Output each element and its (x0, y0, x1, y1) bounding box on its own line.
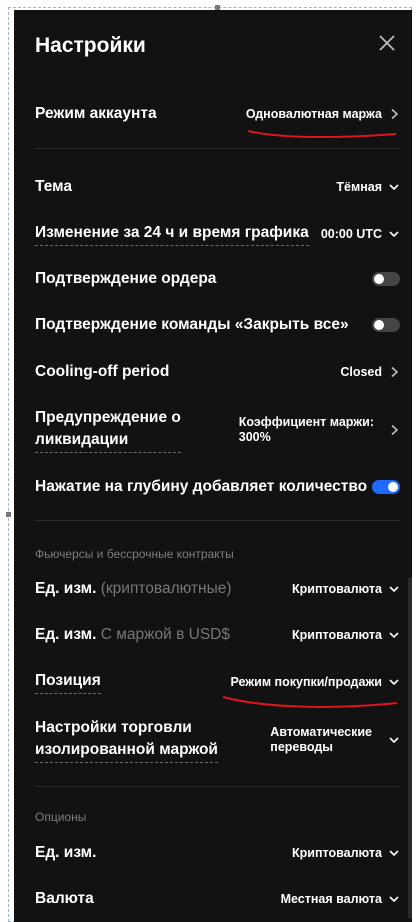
options-unit-value[interactable]: Криптовалюта (292, 846, 400, 860)
chevron-down-icon (389, 850, 399, 857)
chevron-down-icon (389, 632, 399, 639)
theme-row[interactable]: Тема Тёмная (35, 176, 400, 198)
unit-label: Ед. изм. (35, 626, 97, 643)
toggle-knob (388, 482, 398, 492)
chevron-down-icon (389, 679, 399, 686)
value-line-1: Коэффициент маржи: (238, 415, 374, 429)
chevron-down-icon (389, 737, 399, 744)
liquidation-warning-value-text: Коэффициент маржи: 300% (239, 415, 374, 445)
futures-unit-crypto-row[interactable]: Ед. изм. (криптовалютные) Криптовалюта (35, 578, 400, 600)
order-confirm-label: Подтверждение ордера (35, 270, 217, 287)
chevron-down-icon (389, 896, 399, 903)
chevron-down-icon (389, 586, 399, 593)
chevron-right-icon (391, 424, 399, 436)
scrollbar[interactable] (408, 578, 412, 918)
cooling-off-row[interactable]: Cooling-off period Closed (35, 361, 400, 383)
account-mode-value[interactable]: Одновалютная маржа (246, 107, 400, 121)
chevron-down-icon (389, 231, 399, 238)
options-section-title: Опционы (35, 810, 87, 824)
theme-value-text: Тёмная (336, 180, 382, 194)
selection-handle-left (6, 512, 11, 517)
label-line-2: ликвидации (35, 431, 129, 448)
settings-panel: Настройки Режим аккаунта Одновалютная ма… (14, 10, 412, 922)
position-label: Позиция (35, 670, 101, 694)
close-icon[interactable] (376, 32, 398, 54)
label-line-2: изолированной маржой (35, 741, 218, 758)
unit-label-muted: С маржой в USD$ (100, 626, 230, 643)
options-currency-value[interactable]: Местная валюта (281, 892, 400, 906)
account-mode-row[interactable]: Режим аккаунта Одновалютная маржа (35, 103, 400, 125)
liquidation-warning-value[interactable]: Коэффициент маржи: 300% (239, 415, 400, 445)
isolated-margin-value-text: Автоматические переводы (270, 725, 372, 755)
theme-label: Тема (35, 178, 72, 195)
label-line-1: Предупреждение о (35, 409, 181, 426)
red-annotation-underline (247, 130, 397, 139)
options-currency-label: Валюта (35, 890, 94, 907)
close-all-confirm-label: Подтверждение команды «Закрыть все» (35, 316, 349, 333)
futures-unit-crypto-label: Ед. изм. (криптовалютные) (35, 578, 232, 600)
futures-unit-crypto-value[interactable]: Криптовалюта (292, 582, 400, 596)
depth-tap-label: Нажатие на глубину добавляет количество (35, 478, 368, 495)
label-line-1: Настройки торговли (35, 719, 192, 736)
futures-unit-usd-row[interactable]: Ед. изм. С маржой в USD$ Криптовалюта (35, 624, 400, 646)
divider (35, 148, 400, 149)
value-line-2: переводы (270, 740, 333, 754)
theme-value[interactable]: Тёмная (336, 180, 400, 194)
unit-label: Ед. изм. (35, 580, 97, 597)
isolated-margin-value[interactable]: Автоматические переводы (270, 725, 400, 755)
cooling-off-value-text: Closed (340, 365, 382, 379)
value-line-1: Автоматические (270, 725, 372, 739)
account-mode-label: Режим аккаунта (35, 105, 157, 122)
unit-value-text: Криптовалюта (292, 846, 382, 860)
chevron-right-icon (391, 108, 399, 120)
unit-value-text: Криптовалюта (292, 582, 382, 596)
futures-unit-usd-label: Ед. изм. С маржой в USD$ (35, 624, 230, 646)
panel-header: Настройки (14, 10, 412, 80)
chevron-right-icon (391, 366, 399, 378)
isolated-margin-row[interactable]: Настройки торговли изолированной маржой … (35, 717, 400, 763)
change-24h-value[interactable]: 00:00 UTC (321, 227, 400, 241)
options-currency-row[interactable]: Валюта Местная валюта (35, 888, 400, 910)
value-line-2: 300% (238, 430, 271, 444)
order-confirm-toggle[interactable] (372, 272, 400, 286)
options-unit-label: Ед. изм. (35, 844, 97, 861)
divider (35, 786, 400, 787)
depth-tap-toggle[interactable] (372, 480, 400, 494)
red-annotation-underline (222, 696, 398, 708)
divider (35, 520, 400, 521)
futures-section-title: Фьючерсы и бессрочные контракты (35, 547, 234, 561)
depth-tap-row: Нажатие на глубину добавляет количество (35, 476, 400, 498)
account-mode-value-text: Одновалютная маржа (245, 107, 382, 121)
toggle-knob (374, 274, 384, 284)
unit-label-muted: (криптовалютные) (100, 580, 232, 597)
isolated-margin-label: Настройки торговли изолированной маржой (35, 717, 218, 763)
page-title: Настройки (35, 34, 146, 57)
futures-unit-usd-value[interactable]: Криптовалюта (292, 628, 400, 642)
change-24h-label: Изменение за 24 ч и время графика (35, 222, 309, 246)
position-value-text: Режим покупки/продажи (230, 675, 382, 689)
cooling-off-value[interactable]: Closed (340, 365, 400, 379)
order-confirm-row: Подтверждение ордера (35, 268, 400, 290)
liquidation-warning-row[interactable]: Предупреждение о ликвидации Коэффициент … (35, 407, 400, 453)
change-24h-row[interactable]: Изменение за 24 ч и время графика 00:00 … (35, 222, 400, 246)
options-unit-row[interactable]: Ед. изм. Криптовалюта (35, 842, 400, 864)
cooling-off-label: Cooling-off period (35, 363, 170, 380)
position-row[interactable]: Позиция Режим покупки/продажи (35, 670, 400, 694)
change-24h-value-text: 00:00 UTC (320, 227, 382, 241)
position-value[interactable]: Режим покупки/продажи (230, 675, 400, 689)
currency-value-text: Местная валюта (280, 892, 382, 906)
chevron-down-icon (389, 184, 399, 191)
close-all-confirm-toggle[interactable] (372, 318, 400, 332)
close-all-confirm-row: Подтверждение команды «Закрыть все» (35, 314, 400, 336)
toggle-knob (374, 320, 384, 330)
liquidation-warning-label: Предупреждение о ликвидации (35, 407, 181, 453)
unit-value-text: Криптовалюта (292, 628, 382, 642)
